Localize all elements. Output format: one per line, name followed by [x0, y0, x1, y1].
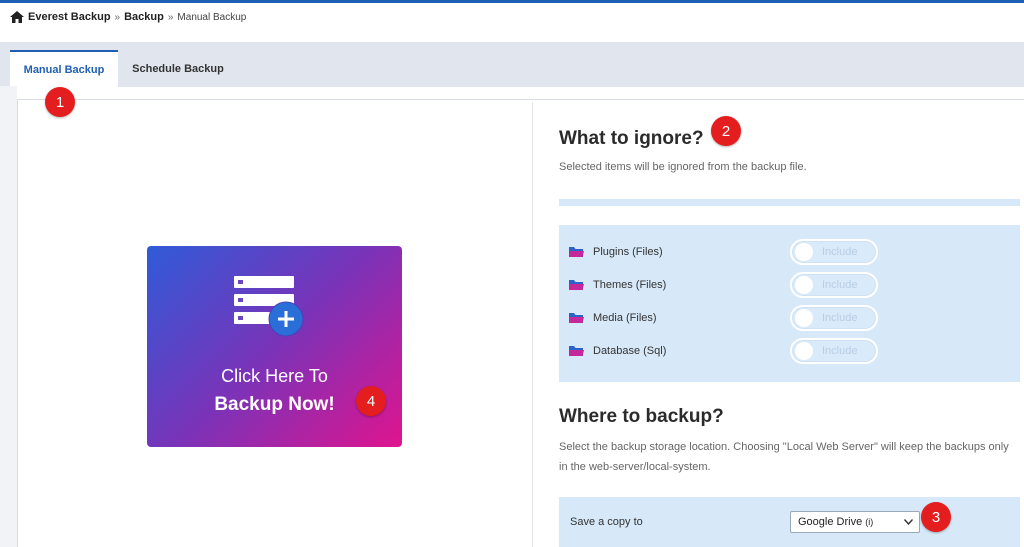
ignore-row-database: Database (Sql) Include [569, 338, 1009, 364]
home-icon[interactable] [10, 11, 24, 23]
left-gutter [0, 86, 17, 547]
backup-now-button[interactable]: Click Here To Backup Now! [147, 246, 402, 447]
ignore-row-themes: Themes (Files) Include [569, 272, 1009, 298]
include-toggle-database[interactable]: Include [790, 338, 878, 364]
ignore-row-label: Plugins (Files) [593, 246, 663, 258]
tab-schedule-backup[interactable]: Schedule Backup [128, 50, 228, 87]
toggle-knob [795, 309, 813, 327]
toggle-knob [795, 276, 813, 294]
folder-icon [569, 280, 584, 290]
ignore-row-plugins: Plugins (Files) Include [569, 239, 1009, 265]
info-icon: (i) [865, 517, 874, 527]
include-toggle-media[interactable]: Include [790, 305, 878, 331]
where-section-title: Where to backup? [559, 406, 724, 427]
toggle-label: Include [822, 279, 858, 291]
include-toggle-plugins[interactable]: Include [790, 239, 878, 265]
tab-manual-backup[interactable]: Manual Backup [10, 50, 118, 87]
breadcrumb-item-backup[interactable]: Backup [124, 11, 164, 23]
ignore-section-title: What to ignore? [559, 128, 704, 149]
ignore-row-label: Themes (Files) [593, 279, 667, 291]
ignore-header-bar [559, 199, 1020, 206]
toggle-knob [795, 342, 813, 360]
breadcrumb-item-everest-backup[interactable]: Everest Backup [28, 11, 111, 23]
ignore-row-label: Media (Files) [593, 312, 657, 324]
column-divider [532, 102, 533, 547]
breadcrumb-separator: » [167, 11, 174, 23]
toggle-label: Include [822, 246, 858, 258]
annotation-badge-2: 2 [711, 116, 741, 146]
tabs-bar: Manual Backup Schedule Backup [0, 42, 1024, 87]
annotation-badge-1: 1 [45, 87, 75, 117]
breadcrumb-separator: » [114, 11, 121, 23]
toggle-label: Include [822, 312, 858, 324]
storage-location-value: Google Drive [798, 516, 863, 528]
where-section-description: Select the backup storage location. Choo… [559, 441, 1009, 473]
breadcrumb: Everest Backup » Backup » Manual Backup [10, 11, 246, 23]
ignore-options-panel: Plugins (Files) Include Themes (Files) I… [559, 225, 1020, 382]
folder-icon [569, 346, 584, 356]
breadcrumb-item-manual-backup: Manual Backup [177, 11, 247, 23]
top-accent-bar [0, 0, 1024, 3]
storage-location-select[interactable]: Google Drive (i) [790, 511, 920, 533]
folder-icon [569, 313, 584, 323]
toggle-label: Include [822, 345, 858, 357]
annotation-badge-4: 4 [356, 386, 386, 416]
save-copy-panel: Save a copy to Google Drive (i) [559, 497, 1020, 547]
server-add-icon [234, 276, 304, 337]
annotation-badge-3: 3 [921, 502, 951, 532]
ignore-row-media: Media (Files) Include [569, 305, 1009, 331]
save-copy-label: Save a copy to [570, 516, 643, 528]
chevron-down-icon [904, 519, 913, 525]
backup-card-line1: Click Here To [221, 366, 328, 386]
ignore-row-label: Database (Sql) [593, 345, 667, 357]
ignore-section-description: Selected items will be ignored from the … [559, 161, 807, 173]
include-toggle-themes[interactable]: Include [790, 272, 878, 298]
toggle-knob [795, 243, 813, 261]
folder-icon [569, 247, 584, 257]
